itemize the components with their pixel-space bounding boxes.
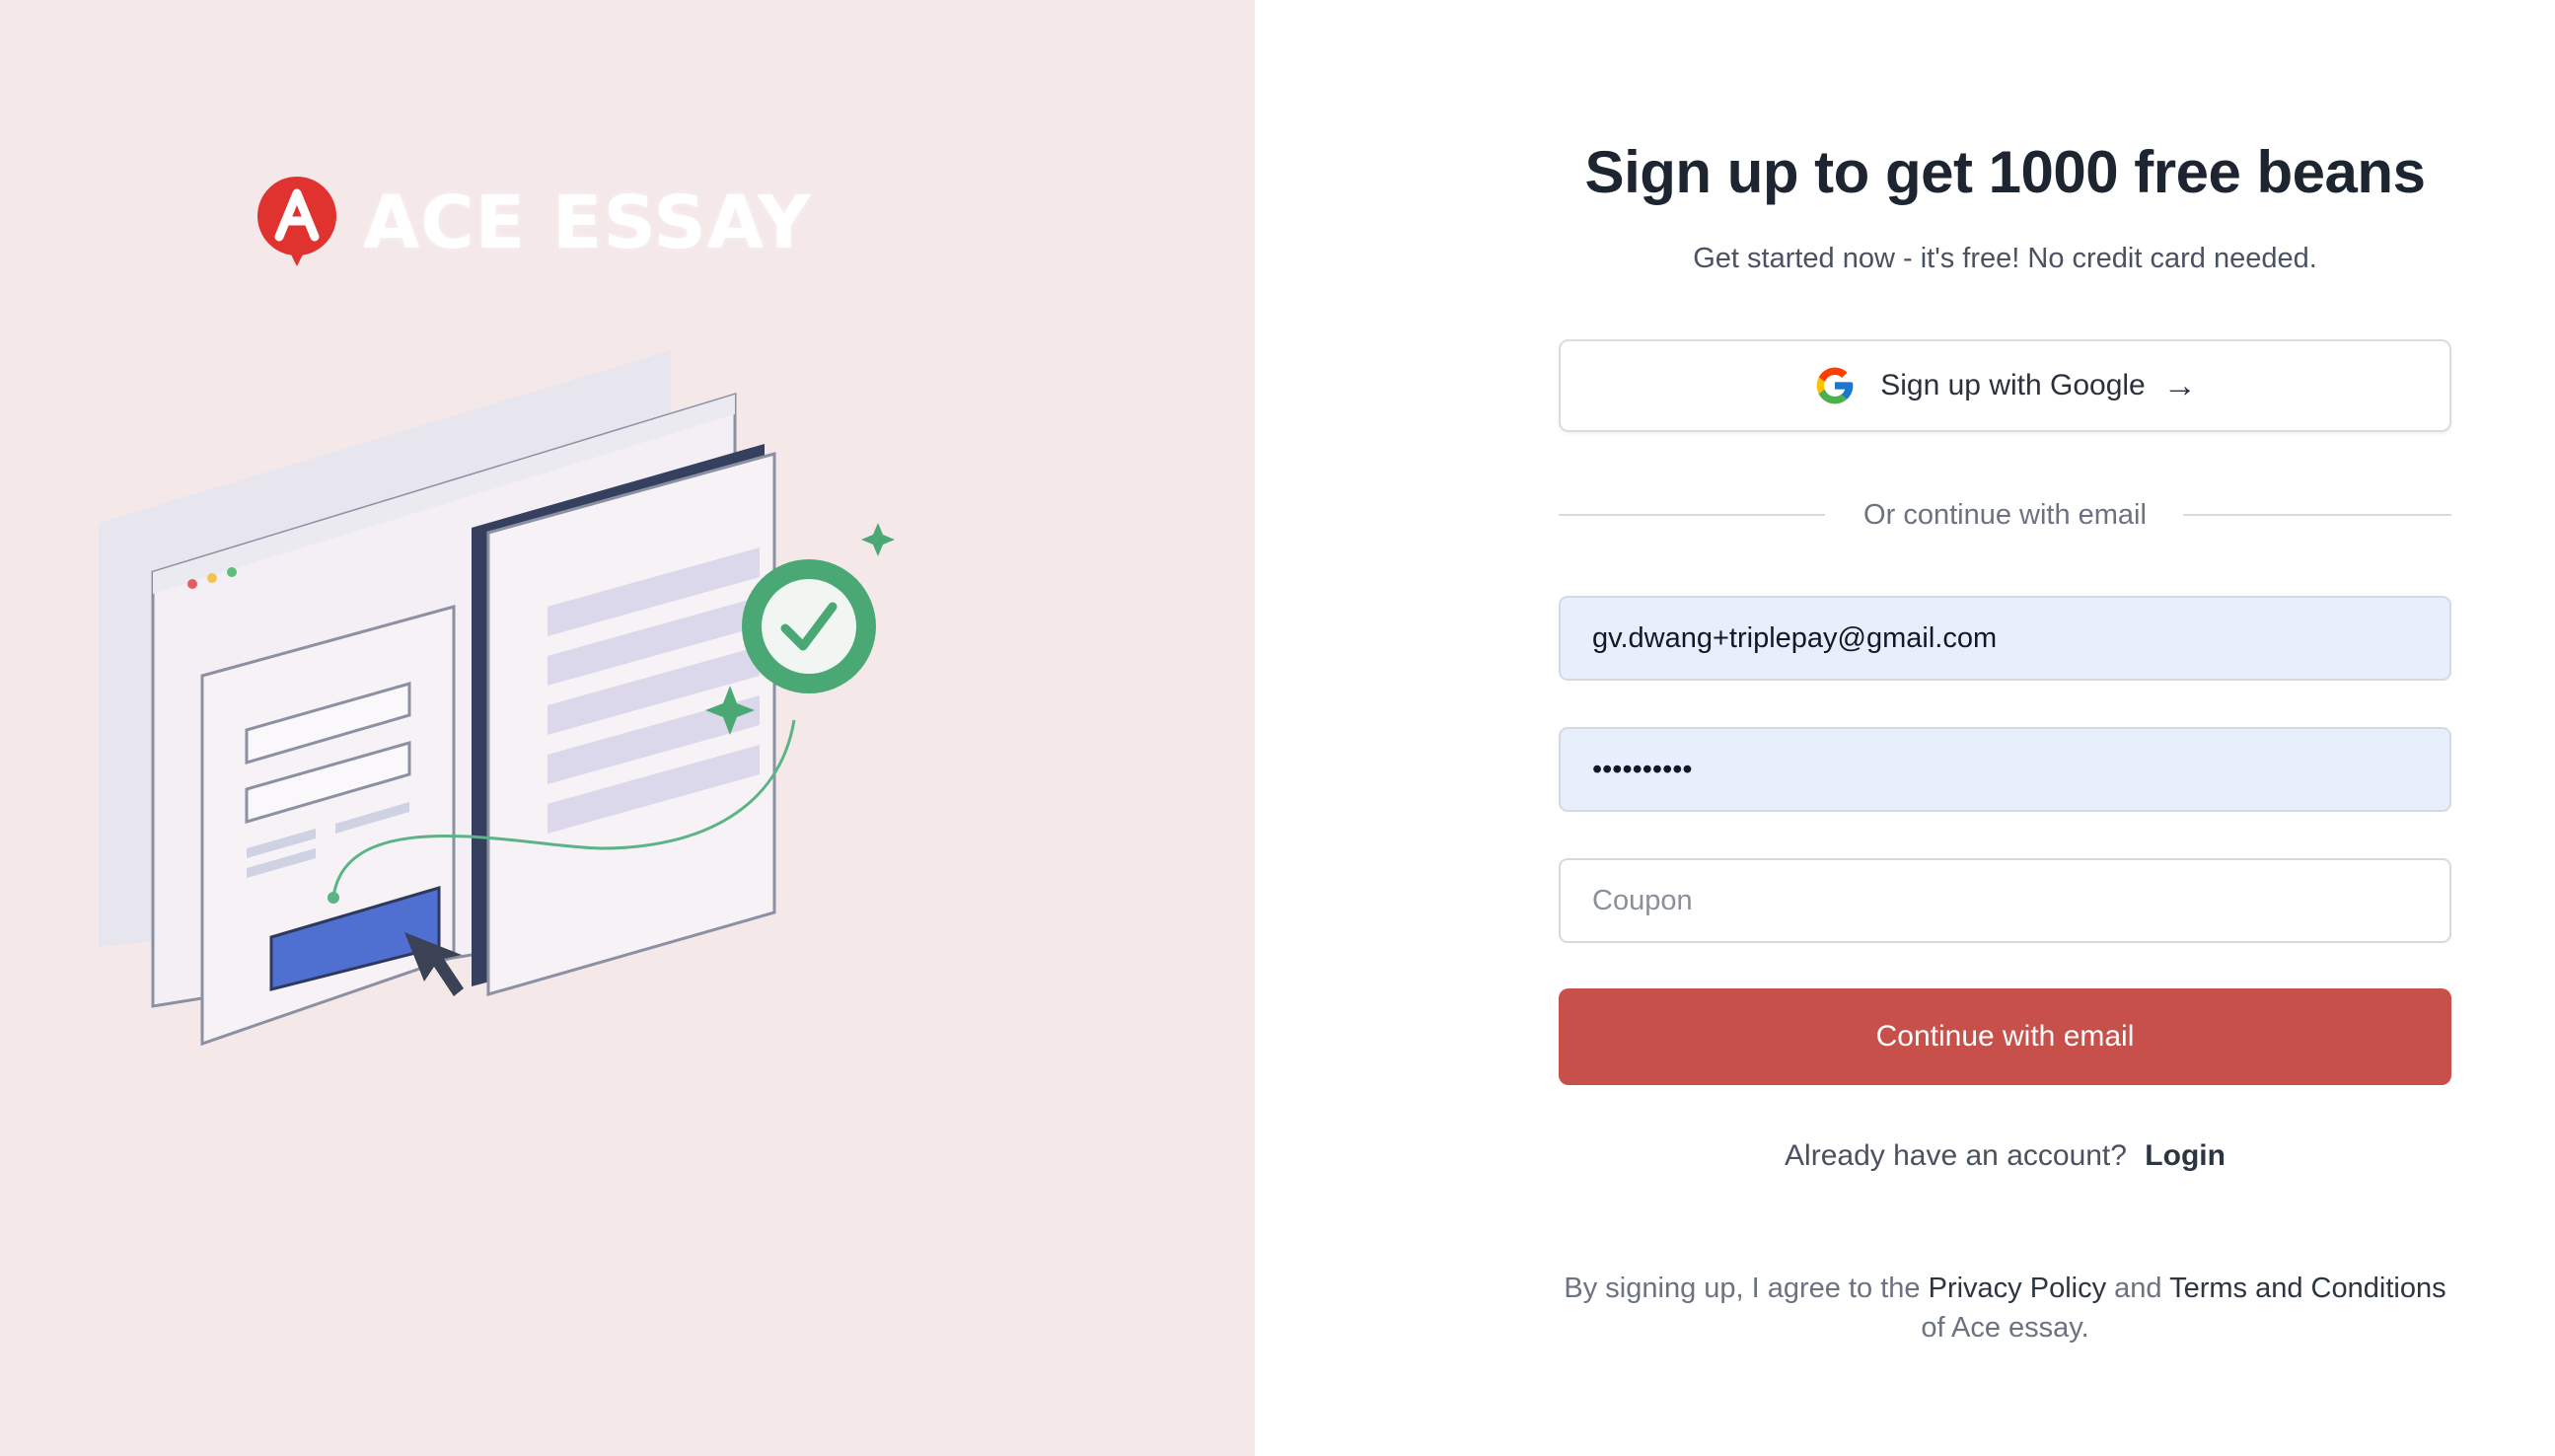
signup-illustration [99,350,895,1047]
page-subtitle: Get started now - it's free! No credit c… [1693,243,2317,274]
brand-name: ACE ESSAY [363,181,812,265]
left-hero-panel: ACE ESSAY [0,0,1255,1456]
continue-with-email-button[interactable]: Continue with email [1559,988,2451,1085]
terms-and: and [2114,1273,2162,1304]
password-field[interactable] [1561,729,2449,810]
ace-logo-icon [257,177,336,266]
privacy-policy-link[interactable]: Privacy Policy [1929,1273,2107,1304]
brand-logo: ACE ESSAY [255,177,812,268]
page-title: Sign up to get 1000 free beans [1584,139,2426,205]
arrow-right-icon: → [2162,367,2197,404]
coupon-field-wrapper [1559,858,2451,943]
email-divider: Or continue with email [1559,495,2451,535]
email-field[interactable] [1561,598,2449,679]
email-field-wrapper [1559,596,2451,681]
signup-panel: Sign up to get 1000 free beans Get start… [1255,0,2555,1456]
login-prompt: Already have an account? [1785,1139,2127,1172]
google-signup-label: Sign up with Google [1880,369,2146,401]
password-field-wrapper [1559,727,2451,812]
google-g-icon [1816,367,1854,404]
login-row: Already have an account? Login [1559,1139,2451,1173]
terms-conditions-link[interactable]: Terms and Conditions [2169,1273,2446,1304]
terms-prefix: By signing up, I agree to the [1564,1273,1921,1304]
google-signup-button[interactable]: Sign up with Google → [1559,339,2451,432]
login-link[interactable]: Login [2145,1139,2226,1172]
coupon-field[interactable] [1561,860,2449,941]
terms-notice: By signing up, I agree to the Privacy Po… [1559,1269,2451,1347]
terms-suffix: of Ace essay. [1921,1312,2089,1344]
divider-line-right [2183,514,2451,516]
